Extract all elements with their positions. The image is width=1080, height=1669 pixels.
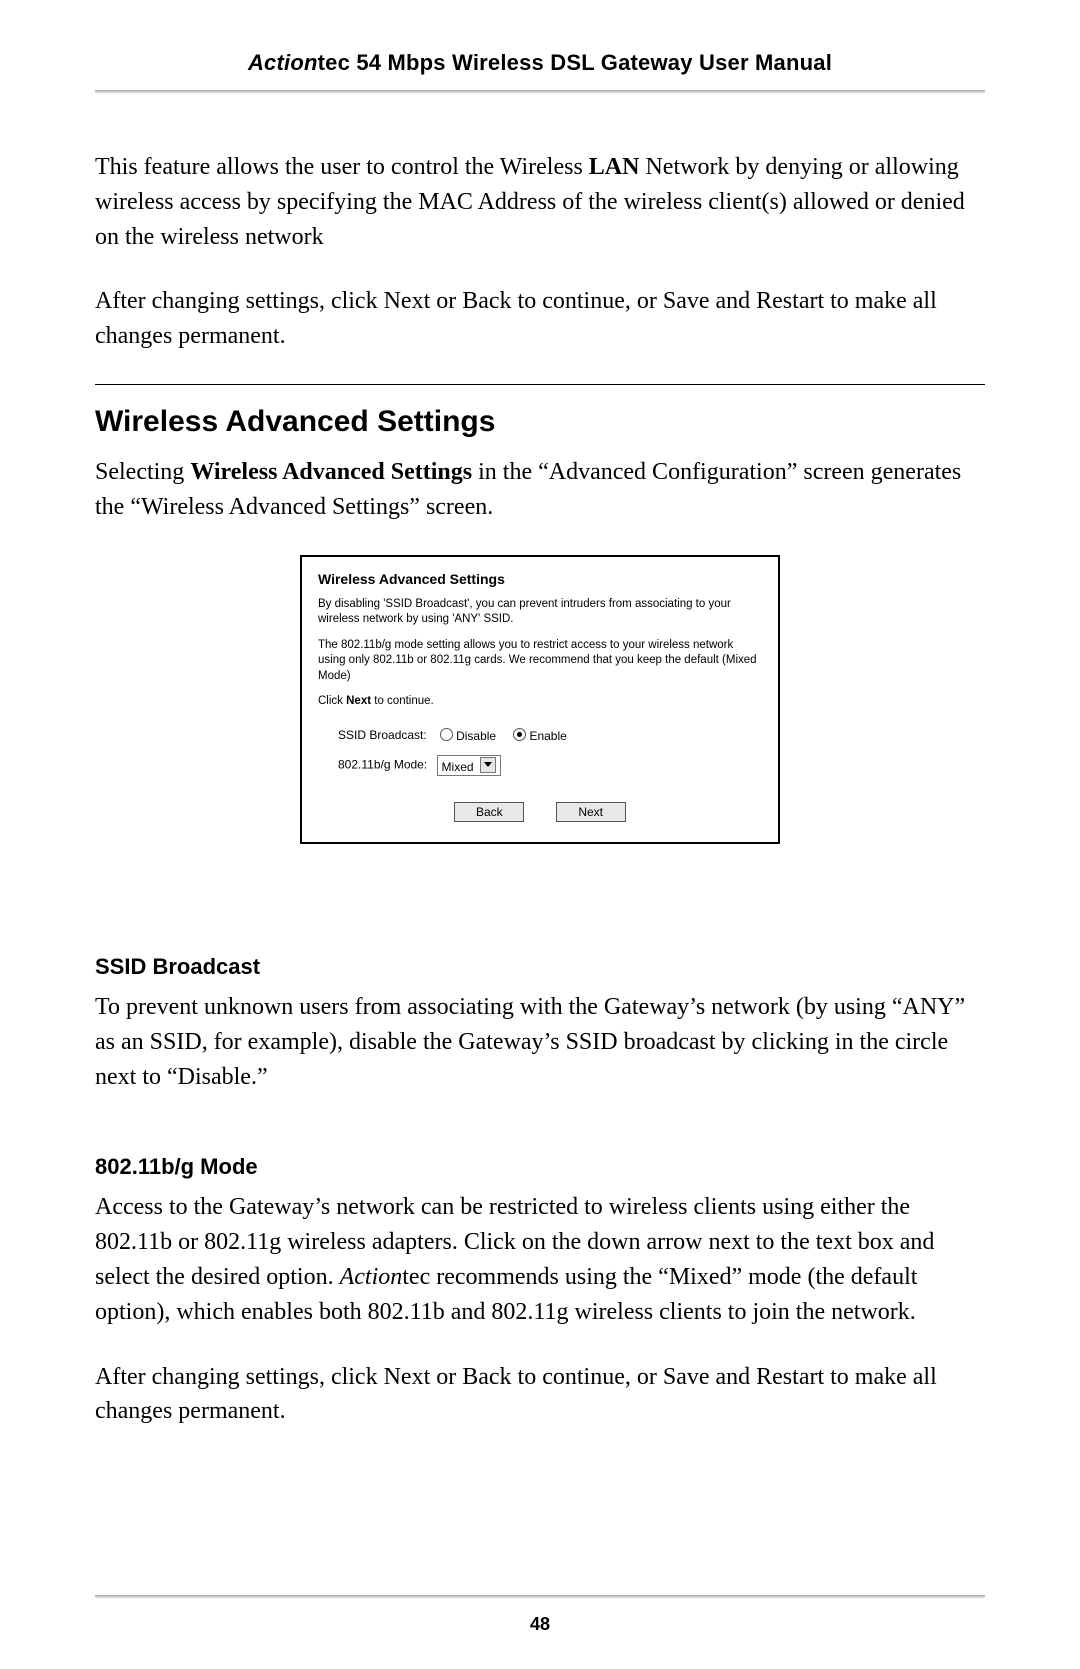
text-smallcaps: SSID bbox=[566, 1029, 618, 1055]
wireless-advanced-settings-panel: Wireless Advanced Settings By disabling … bbox=[300, 555, 780, 844]
panel-help-3: Click Next to continue. bbox=[318, 694, 762, 710]
text-bold: Next bbox=[346, 695, 371, 707]
mode-row: 802.11b/g Mode: Mixed bbox=[338, 755, 762, 776]
radio-label: Disable bbox=[456, 729, 496, 743]
section-intro-paragraph: Selecting Wireless Advanced Settings in … bbox=[95, 455, 985, 525]
text: to continue. bbox=[371, 695, 434, 707]
brand-rest: tec 54 Mbps Wireless DSL Gateway User Ma… bbox=[318, 50, 832, 75]
text: b and bbox=[433, 1299, 492, 1325]
text-smallcaps: 802.11 bbox=[368, 1299, 433, 1325]
panel-help-2: The 802.11b/g mode setting allows you to… bbox=[318, 638, 762, 685]
text: , for example), disable the Gateway’s bbox=[202, 1029, 566, 1055]
text-bold: Wireless Advanced Settings bbox=[190, 459, 472, 485]
brand-italic: Action bbox=[340, 1264, 403, 1290]
panel-button-row: Back Next bbox=[318, 802, 762, 822]
back-button[interactable]: Back bbox=[454, 802, 524, 822]
text: Access to the Gateway’s network can be r… bbox=[95, 1194, 910, 1220]
text: b or bbox=[160, 1229, 204, 1255]
text: This feature allows the user to control … bbox=[95, 154, 589, 180]
section-divider bbox=[95, 384, 985, 385]
subheading-ssid-broadcast: SSID Broadcast bbox=[95, 954, 985, 980]
text-smallcaps-mac: MAC bbox=[418, 189, 473, 215]
header-divider bbox=[95, 90, 985, 94]
ssid-broadcast-paragraph: To prevent unknown users from associatin… bbox=[95, 990, 985, 1094]
text-smallcaps: SSID bbox=[150, 1029, 202, 1055]
ssid-enable-option[interactable]: Enable bbox=[513, 728, 566, 743]
text: g wireless clients to join the network. bbox=[557, 1299, 916, 1325]
intro-paragraph-1: This feature allows the user to control … bbox=[95, 150, 985, 254]
text-smallcaps: 802.11 bbox=[491, 1299, 556, 1325]
mode-select-value: Mixed bbox=[442, 760, 474, 774]
radio-icon bbox=[513, 728, 526, 741]
mode-paragraph-2: After changing settings, click Next or B… bbox=[95, 1360, 985, 1430]
footer-divider bbox=[95, 1595, 985, 1599]
page-number: 48 bbox=[0, 1614, 1080, 1635]
panel-title: Wireless Advanced Settings bbox=[318, 571, 762, 587]
text: Selecting bbox=[95, 459, 190, 485]
ssid-broadcast-label: SSID Broadcast: bbox=[338, 728, 427, 742]
text-smallcaps: 802.11 bbox=[95, 1229, 160, 1255]
panel-help-1: By disabling 'SSID Broadcast', you can p… bbox=[318, 597, 762, 628]
mode-select[interactable]: Mixed bbox=[437, 755, 501, 776]
ssid-broadcast-row: SSID Broadcast: Disable Enable bbox=[338, 728, 762, 743]
mode-label: 802.11b/g Mode: bbox=[338, 758, 427, 772]
brand-italic: Action bbox=[248, 50, 318, 75]
text: To prevent unknown users from associatin… bbox=[95, 994, 902, 1020]
mode-paragraph-1: Access to the Gateway’s network can be r… bbox=[95, 1190, 985, 1329]
intro-paragraph-2: After changing settings, click Next or B… bbox=[95, 284, 985, 354]
radio-icon bbox=[440, 728, 453, 741]
chevron-down-icon bbox=[480, 757, 496, 773]
section-heading-wireless-advanced: Wireless Advanced Settings bbox=[95, 405, 985, 439]
subheading-mode: 802.11b/g Mode bbox=[95, 1154, 985, 1180]
text-bold-lan: LAN bbox=[589, 154, 640, 180]
text: Click bbox=[318, 695, 346, 707]
text-smallcaps: ANY bbox=[902, 994, 954, 1020]
ssid-disable-option[interactable]: Disable bbox=[440, 728, 496, 743]
radio-label: Enable bbox=[529, 729, 566, 743]
next-button[interactable]: Next bbox=[556, 802, 626, 822]
text-smallcaps: 802.11 bbox=[204, 1229, 269, 1255]
page-header: Actiontec 54 Mbps Wireless DSL Gateway U… bbox=[95, 50, 985, 76]
